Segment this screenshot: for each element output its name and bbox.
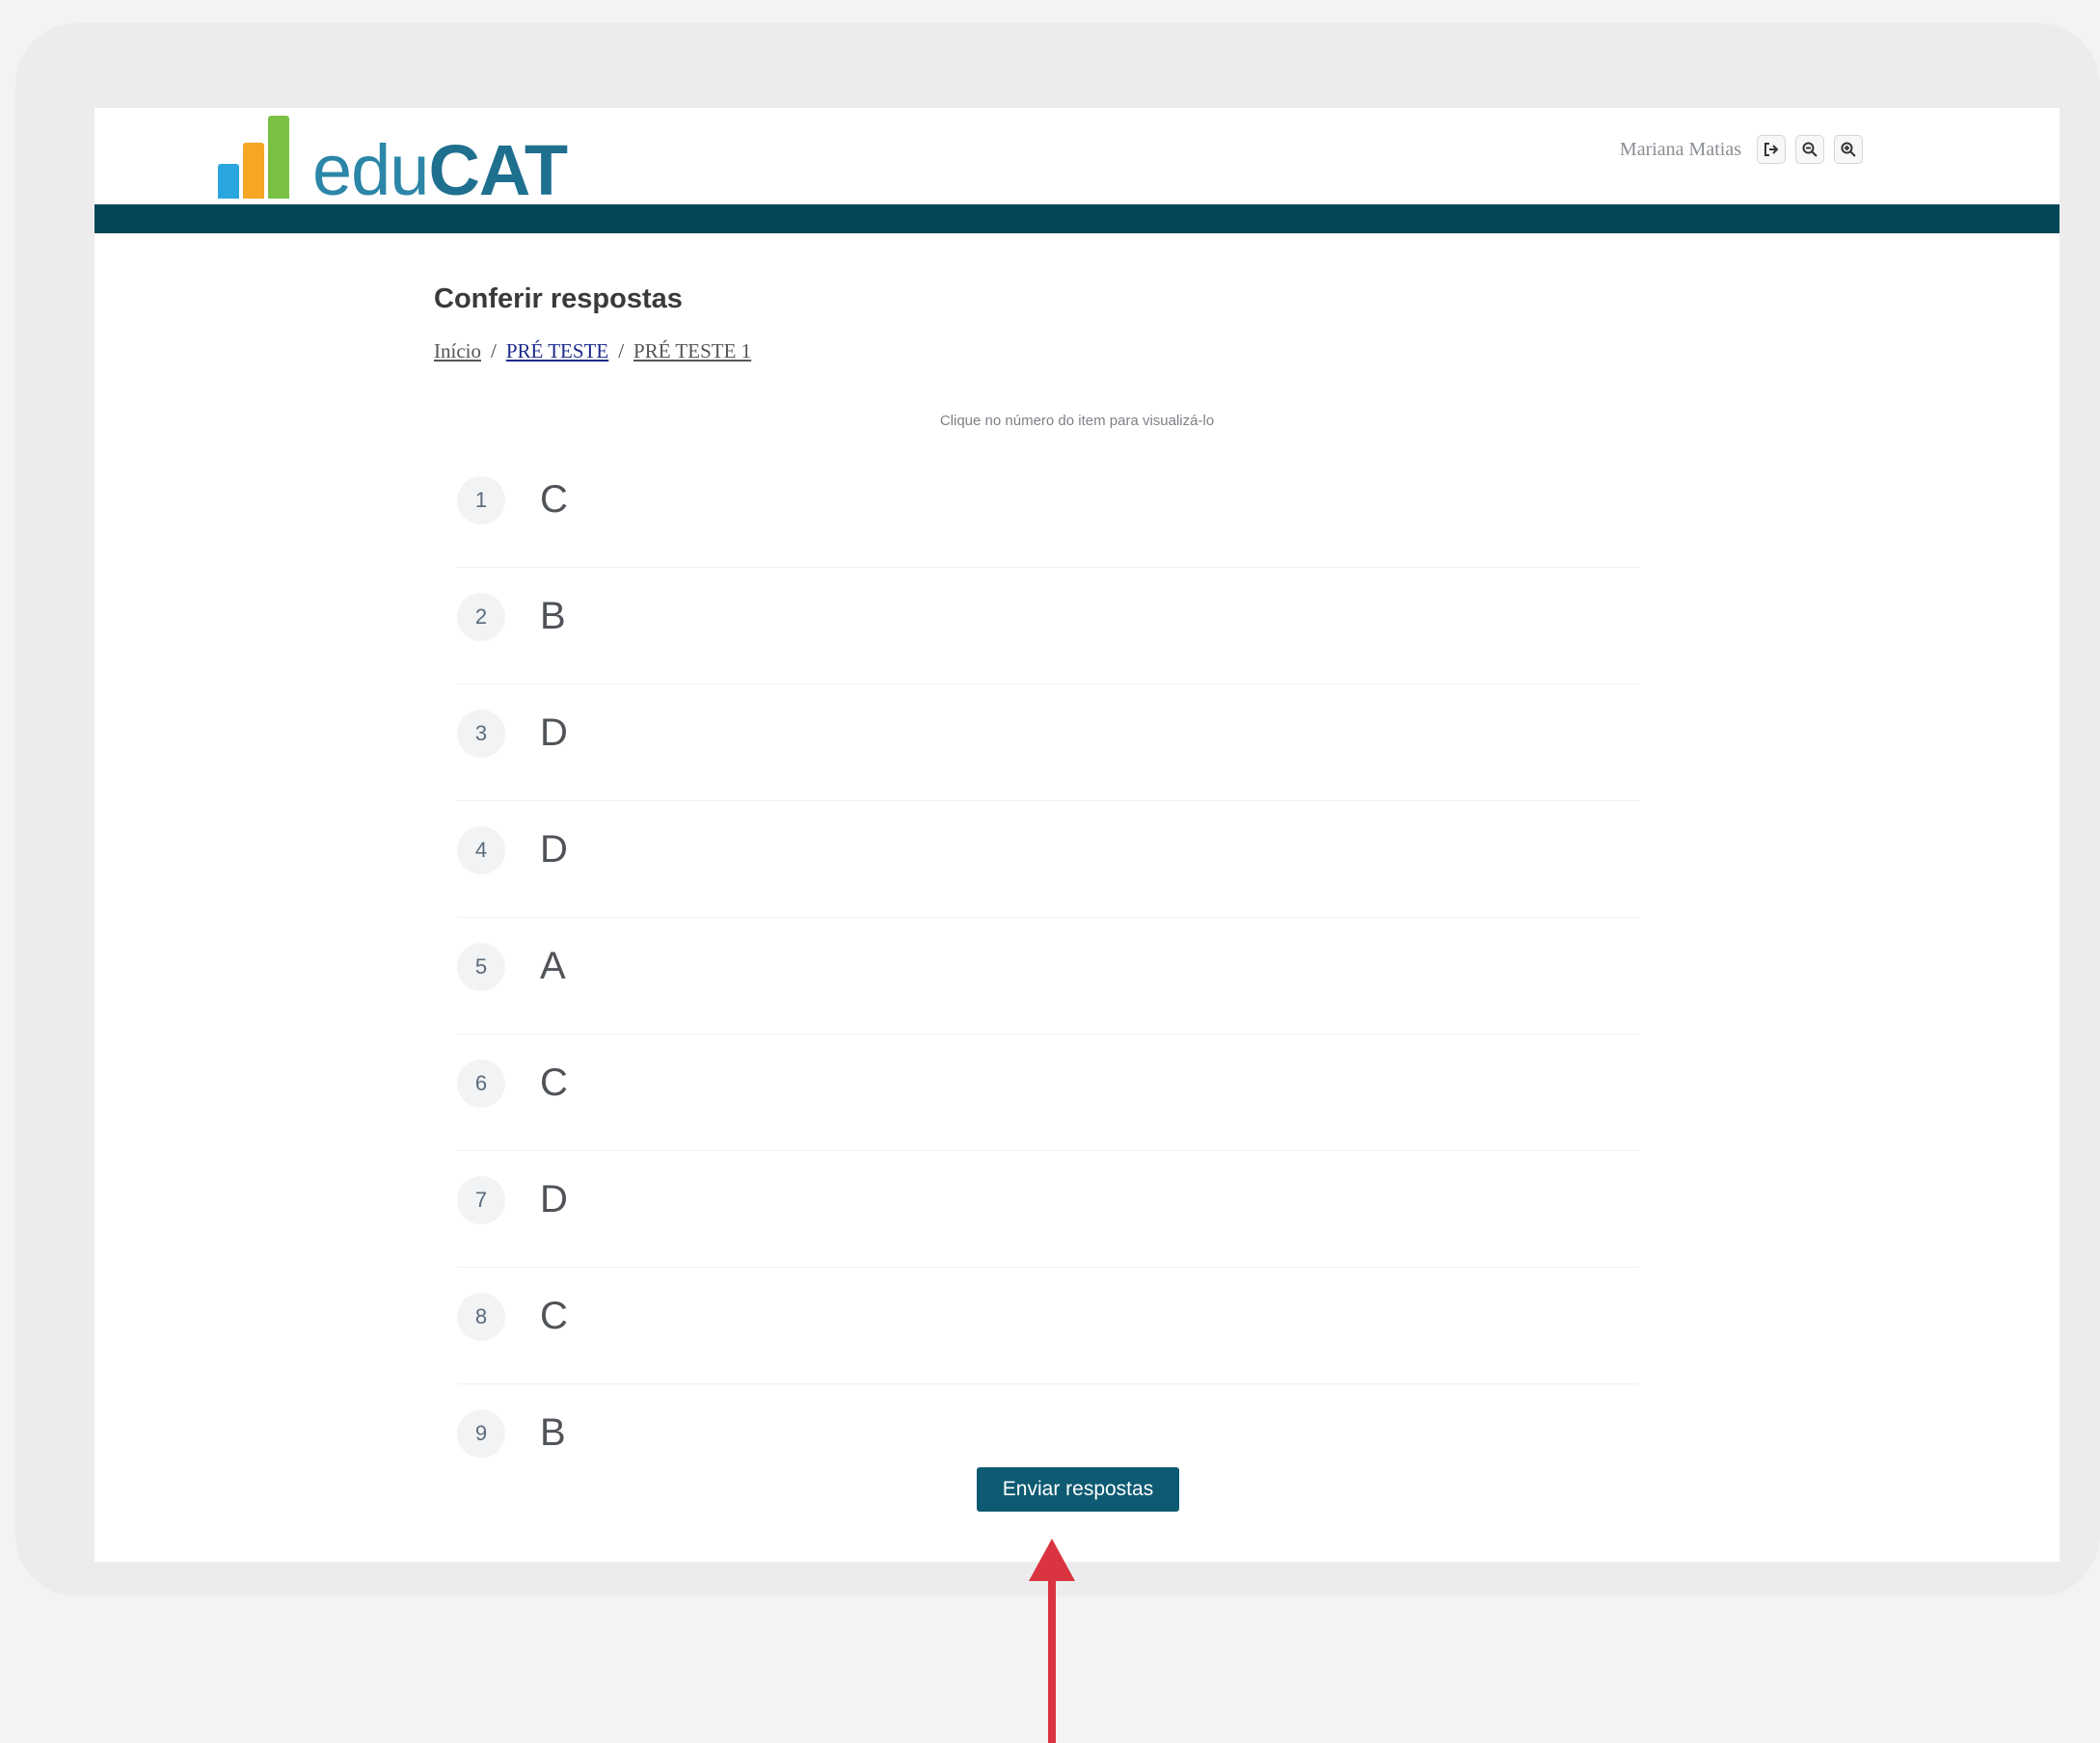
- instruction-text: Clique no número do item para visualizá-…: [939, 413, 1215, 429]
- page-title: Conferir respostas: [434, 283, 683, 314]
- answer-row: 2 B: [457, 568, 1639, 684]
- navbar: [94, 204, 2060, 233]
- item-number-button[interactable]: 5: [457, 943, 505, 991]
- educat-logo[interactable]: eduCAT: [218, 112, 568, 206]
- item-answer: C: [540, 1061, 568, 1104]
- zoom-out-button[interactable]: [1795, 135, 1824, 164]
- breadcrumb-pre-teste-1[interactable]: PRÉ TESTE 1: [633, 339, 751, 362]
- item-answer: B: [540, 1411, 566, 1454]
- item-number-button[interactable]: 8: [457, 1293, 505, 1341]
- answer-row: 3 D: [457, 684, 1639, 801]
- breadcrumb-pre-teste[interactable]: PRÉ TESTE: [506, 339, 608, 362]
- item-number-button[interactable]: 3: [457, 710, 505, 758]
- answer-row: 7 D: [457, 1151, 1639, 1268]
- answer-row: 1 C: [457, 451, 1639, 568]
- app-header: eduCAT Mariana Matias: [94, 108, 2060, 206]
- brand-name: eduCAT: [312, 130, 568, 210]
- main-content: Conferir respostas Início / PRÉ TESTE / PRÉ …: [94, 233, 2060, 1562]
- item-number-button[interactable]: 1: [457, 476, 505, 524]
- user-name: Mariana Matias: [1619, 138, 1741, 160]
- item-answer: A: [540, 945, 566, 987]
- zoom-in-icon: [1841, 142, 1856, 157]
- user-area: Mariana Matias: [1620, 135, 1863, 164]
- app-screen: eduCAT Mariana Matias Conferir respostas…: [94, 108, 2060, 1562]
- item-answer: D: [540, 711, 568, 754]
- answer-list: 1 C 2 B 3 D 4 D 5 A 6 C 7 D 8 C 9 B: [457, 451, 1639, 1500]
- bar-chart-logo-icon: [218, 112, 297, 201]
- item-answer: C: [540, 478, 568, 521]
- logout-icon: [1764, 143, 1779, 156]
- device-frame: eduCAT Mariana Matias Conferir respostas…: [15, 23, 2100, 1596]
- answer-row: 8 C: [457, 1268, 1639, 1384]
- item-number-button[interactable]: 2: [457, 593, 505, 641]
- answer-row: 6 C: [457, 1034, 1639, 1151]
- logout-button[interactable]: [1757, 135, 1786, 164]
- item-answer: B: [540, 595, 566, 637]
- item-number-button[interactable]: 7: [457, 1176, 505, 1224]
- item-number-button[interactable]: 6: [457, 1059, 505, 1108]
- answer-row: 5 A: [457, 918, 1639, 1034]
- item-answer: C: [540, 1295, 568, 1337]
- breadcrumb: Início / PRÉ TESTE / PRÉ TESTE 1: [434, 339, 752, 362]
- item-number-button[interactable]: 9: [457, 1409, 505, 1458]
- submit-answers-button[interactable]: Enviar respostas: [977, 1467, 1179, 1512]
- zoom-in-button[interactable]: [1834, 135, 1863, 164]
- item-answer: D: [540, 1178, 568, 1220]
- breadcrumb-home[interactable]: Início: [434, 339, 481, 362]
- item-number-button[interactable]: 4: [457, 826, 505, 874]
- zoom-out-icon: [1802, 142, 1817, 157]
- item-answer: D: [540, 828, 568, 871]
- pointer-arrow-icon: [1029, 1539, 1075, 1743]
- answer-row: 4 D: [457, 801, 1639, 918]
